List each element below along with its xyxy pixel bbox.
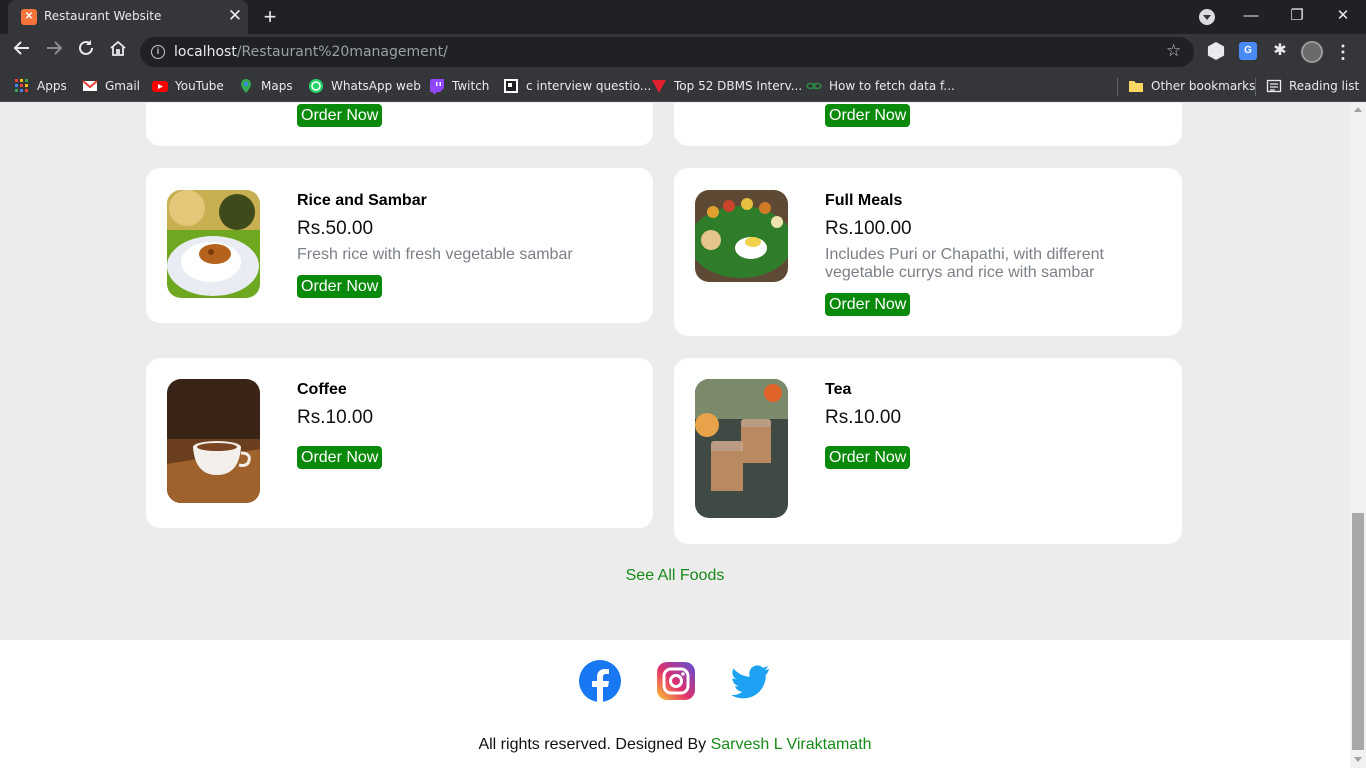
minimize-button[interactable]: — <box>1236 3 1266 29</box>
forward-button[interactable] <box>40 37 68 67</box>
reading-list[interactable]: Reading list <box>1266 76 1359 96</box>
order-now-button[interactable]: Order Now <box>825 446 911 469</box>
footer: All rights reserved. Designed By Sarvesh… <box>0 640 1350 768</box>
restore-button[interactable]: ❐ <box>1282 3 1312 29</box>
see-all-foods-link[interactable]: See All Foods <box>0 567 1350 585</box>
food-card: Tea Rs.10.00 Order Now <box>674 358 1182 544</box>
full-meals-image <box>695 190 788 282</box>
food-name: Rice and Sambar <box>297 192 427 209</box>
food-name: Full Meals <box>825 192 903 209</box>
apps-grid-icon <box>15 79 28 92</box>
link-icon <box>806 82 822 90</box>
home-icon <box>110 40 126 56</box>
forward-arrow-icon <box>47 41 63 55</box>
bookmarks-bar: Apps Gmail YouTube Maps WhatsApp web Twi… <box>0 70 1366 102</box>
home-button[interactable] <box>104 37 132 67</box>
xampp-favicon-icon: ✕ <box>21 9 37 25</box>
reading-list-icon <box>1266 79 1282 93</box>
page-icon <box>504 79 518 93</box>
tab-search-icon[interactable] <box>1199 9 1215 25</box>
twitch-icon <box>430 79 444 94</box>
order-now-button[interactable]: Order Now <box>297 104 383 127</box>
browser-toolbar: i localhost/Restaurant%20management/ ☆ <box>0 34 1366 70</box>
bookmark-fetch-data[interactable]: How to fetch data f... <box>806 76 955 96</box>
bookmark-whatsapp[interactable]: WhatsApp web <box>308 76 421 96</box>
back-button[interactable] <box>8 37 36 67</box>
coffee-image <box>167 379 260 503</box>
rice-sambar-image <box>167 190 260 298</box>
url-text: localhost/Restaurant%20management/ <box>174 44 448 60</box>
window-close-button[interactable]: ✕ <box>1328 3 1358 29</box>
bookmark-gmail[interactable]: Gmail <box>82 76 140 96</box>
tab-close-icon[interactable]: ✕ <box>226 6 244 26</box>
food-card: Coffee Rs.10.00 Order Now <box>146 358 653 528</box>
address-bar[interactable]: i localhost/Restaurant%20management/ ☆ <box>140 37 1194 67</box>
page-content: Order Now Order Now Rice and Sambar Rs.5… <box>0 103 1350 768</box>
reload-button[interactable] <box>72 37 100 67</box>
other-bookmarks[interactable]: Other bookmarks <box>1128 76 1255 96</box>
google-translate-icon[interactable]: G <box>1239 42 1257 60</box>
copyright-text: All rights reserved. Designed By Sarvesh… <box>478 736 872 753</box>
browser-tab-strip: ✕ Restaurant Website ✕ + — ❐ ✕ <box>0 0 1366 34</box>
food-price: Rs.50.00 <box>297 218 374 239</box>
food-description: Includes Puri or Chapathi, with differen… <box>825 246 1104 281</box>
food-price: Rs.10.00 <box>297 407 374 428</box>
twitter-icon[interactable] <box>729 660 771 702</box>
bookmark-c-interview[interactable]: c interview questio... <box>503 76 651 96</box>
reload-icon <box>79 40 93 55</box>
folder-icon <box>1129 81 1143 92</box>
food-price: Rs.100.00 <box>825 218 912 239</box>
instagram-icon[interactable] <box>655 660 697 702</box>
food-info: Rice and Sambar Rs.50.00 Fresh rice with… <box>297 190 633 264</box>
bookmark-twitch[interactable]: Twitch <box>429 76 489 96</box>
site-info-icon[interactable]: i <box>151 45 165 59</box>
food-name: Tea <box>825 381 852 398</box>
food-info: Tea Rs.10.00 <box>825 379 1162 431</box>
extensions-puzzle-icon[interactable]: ✱ <box>1271 42 1289 60</box>
browser-menu-icon[interactable]: ⋮ <box>1334 40 1352 64</box>
back-arrow-icon <box>13 41 29 55</box>
tea-image <box>695 379 788 518</box>
food-name: Coffee <box>297 381 347 398</box>
page-scrollbar[interactable] <box>1350 103 1366 768</box>
food-price: Rs.10.00 <box>825 407 902 428</box>
browser-tab[interactable]: ✕ Restaurant Website ✕ <box>8 0 248 34</box>
food-card-partial-left: Order Now <box>146 103 653 146</box>
bookmark-dbms[interactable]: Top 52 DBMS Interv... <box>651 76 802 96</box>
whatsapp-icon <box>309 79 323 93</box>
guru-icon <box>652 80 666 93</box>
bookmark-maps[interactable]: Maps <box>238 76 293 96</box>
scroll-down-arrow-icon[interactable] <box>1354 757 1362 762</box>
food-card: Rice and Sambar Rs.50.00 Fresh rice with… <box>146 168 653 323</box>
order-now-button[interactable]: Order Now <box>825 104 911 127</box>
bookmark-youtube[interactable]: YouTube <box>152 76 224 96</box>
maps-icon <box>241 79 251 93</box>
scroll-up-arrow-icon[interactable] <box>1354 107 1362 112</box>
facebook-icon[interactable] <box>579 660 621 702</box>
gmail-icon <box>82 80 98 91</box>
bookmarks-separator-2 <box>1255 78 1256 96</box>
tab-title: Restaurant Website <box>44 9 162 23</box>
food-card: Full Meals Rs.100.00 Includes Puri or Ch… <box>674 168 1182 336</box>
food-card-partial-right: Order Now <box>674 103 1182 146</box>
order-now-button[interactable]: Order Now <box>825 293 911 316</box>
order-now-button[interactable]: Order Now <box>297 446 383 469</box>
food-description: Fresh rice with fresh vegetable sambar <box>297 246 573 263</box>
scrollbar-thumb[interactable] <box>1352 513 1364 750</box>
food-info: Full Meals Rs.100.00 Includes Puri or Ch… <box>825 190 1162 282</box>
youtube-icon <box>152 81 168 92</box>
food-info: Coffee Rs.10.00 <box>297 379 633 431</box>
bookmark-star-icon[interactable]: ☆ <box>1166 41 1181 61</box>
bookmark-apps[interactable]: Apps <box>14 76 67 96</box>
author-link[interactable]: Sarvesh L Viraktamath <box>711 736 872 753</box>
new-tab-button[interactable]: + <box>259 5 281 29</box>
profile-avatar[interactable] <box>1301 41 1323 63</box>
order-now-button[interactable]: Order Now <box>297 275 383 298</box>
bookmarks-separator <box>1117 78 1118 96</box>
